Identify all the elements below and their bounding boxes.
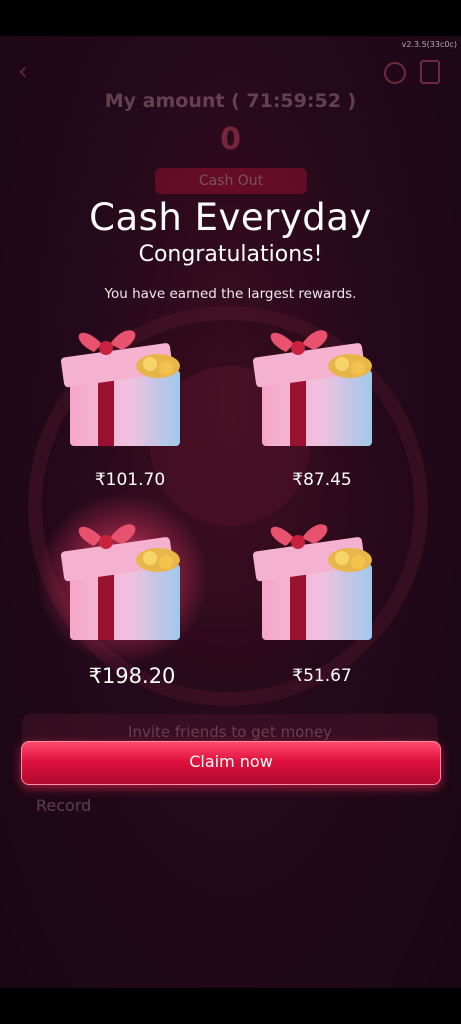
rules-icon[interactable] [420,60,440,84]
app-screen: v2.3.5(33c0c) ‹ My amount ( 71:59:52 ) 0… [0,36,461,988]
claim-now-button[interactable]: Claim now [21,741,441,785]
amount-title: My amount ( 71:59:52 ) [104,90,357,112]
cash-out-button[interactable]: Cash Out [155,168,307,194]
reward-amount: ₹51.67 [292,666,352,686]
gift-box-icon[interactable] [250,320,380,450]
modal-description: You have earned the largest rewards. [104,286,357,302]
gift-box-icon[interactable] [36,492,210,666]
reward-amount: ₹87.45 [292,470,352,490]
gift-box-icon[interactable] [58,320,188,450]
navigation-bar [0,988,461,1024]
status-bar [0,0,461,36]
modal-subtitle: Congratulations! [138,242,323,267]
reward-amount: ₹198.20 [88,664,176,688]
help-icon[interactable] [384,62,406,84]
modal-title: Cash Everyday [89,196,372,239]
back-arrow-icon[interactable]: ‹ [18,59,40,83]
record-link[interactable]: Record [36,796,91,815]
amount-value: 0 [220,122,241,157]
reward-amount: ₹101.70 [94,470,166,490]
gift-box-icon[interactable] [250,514,380,644]
